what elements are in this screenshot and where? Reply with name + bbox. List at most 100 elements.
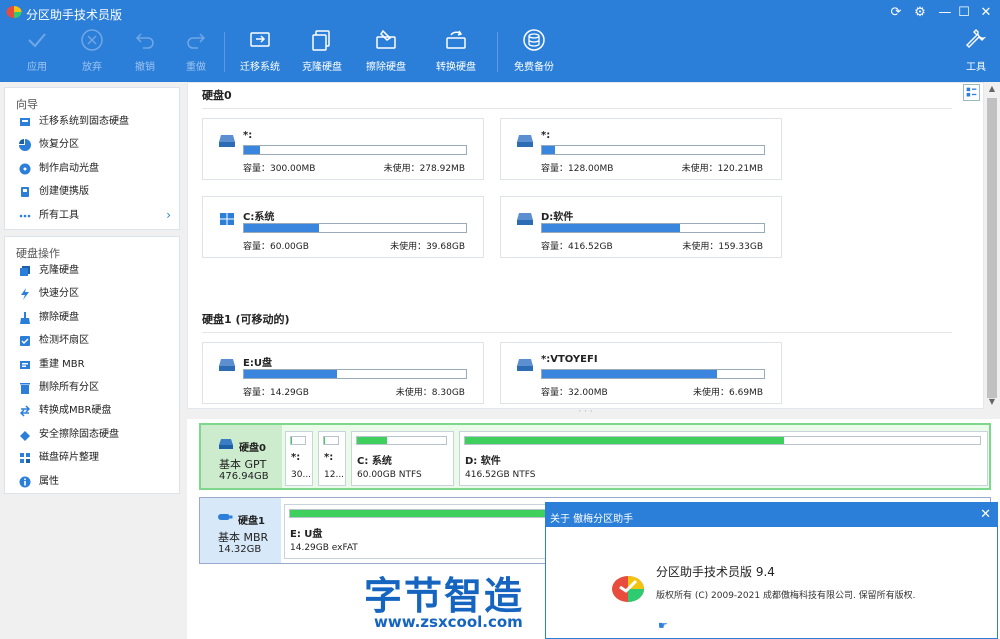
- wipe-disk-icon: [376, 29, 396, 49]
- settings-icon[interactable]: ⚙: [910, 3, 930, 22]
- sidebar-item-recover-partition[interactable]: 恢复分区: [5, 133, 179, 156]
- chevron-right-icon: ›: [166, 207, 171, 222]
- toolbar: 应用 放弃 撤销 重做 迁移系统 克隆硬盘 擦除硬盘 转换硬盘 免费备份 工具: [0, 25, 1000, 82]
- partition-block[interactable]: *: 12...: [318, 431, 346, 486]
- tools-button[interactable]: 工具: [962, 28, 990, 80]
- usage-bar: [541, 369, 765, 379]
- clone-disk-icon: [20, 266, 30, 276]
- about-dialog: 关于 傲梅分区助手 ✕ 分区助手技术员版 9.4 版权所有 (C) 2009-2…: [545, 502, 998, 639]
- sidebar-item-properties[interactable]: 属性: [5, 470, 179, 493]
- backup-icon: [523, 29, 545, 51]
- eraser-icon: [20, 311, 30, 324]
- convert-disk-icon: [446, 30, 466, 49]
- defrag-icon: [20, 453, 30, 464]
- drive-icon: [219, 359, 235, 371]
- usb-disk-icon: [218, 514, 233, 520]
- usage-bar: [541, 223, 765, 233]
- usage-fill: [357, 437, 388, 444]
- sidebar-disk-ops-panel: 硬盘操作 克隆硬盘 快速分区 擦除硬盘 检测坏扇区 重建 MBR 删除所有分区 …: [4, 236, 180, 494]
- info-icon: [19, 476, 31, 488]
- sidebar-item-delete-all-partitions[interactable]: 删除所有分区: [5, 376, 179, 399]
- partition-block[interactable]: D: 软件 416.52GB NTFS: [459, 431, 988, 486]
- sidebar-item-check-bad-sector[interactable]: 检测坏扇区: [5, 329, 179, 352]
- portable-icon: [21, 187, 29, 198]
- partition-card[interactable]: C:系统 容量：60.00GB 未使用：39.68GB: [202, 196, 484, 258]
- apply-button[interactable]: 应用: [22, 28, 52, 80]
- app-logo-icon: [612, 576, 644, 602]
- scroll-down-icon[interactable]: ▼: [985, 395, 999, 409]
- scroll-up-icon[interactable]: ▲: [985, 82, 999, 96]
- refresh-icon[interactable]: ⟳: [886, 3, 906, 22]
- sidebar-item-migrate-ssd[interactable]: 迁移系统到固态硬盘: [5, 110, 179, 133]
- sidebar-wizard-title: 向导: [16, 98, 38, 111]
- migrate-os-button[interactable]: 迁移系统: [238, 28, 282, 80]
- boot-disc-icon: [19, 163, 31, 175]
- maximize-button[interactable]: ☐: [954, 3, 974, 22]
- sidebar-item-rebuild-mbr[interactable]: 重建 MBR: [5, 353, 179, 376]
- lightning-icon: [21, 288, 29, 301]
- pane-splitter[interactable]: · · ·: [187, 408, 984, 419]
- usage-bar: [243, 145, 467, 155]
- windows-icon: [220, 213, 234, 225]
- drive-icon: [219, 135, 235, 147]
- check-sector-icon: [20, 336, 30, 347]
- minimize-button[interactable]: —: [935, 3, 955, 22]
- trash-icon: [20, 382, 30, 394]
- discard-button[interactable]: 放弃: [76, 28, 108, 80]
- usage-fill: [465, 437, 785, 444]
- convert-disk-button[interactable]: 转换硬盘: [434, 28, 478, 80]
- disk-info: 硬盘1 基本 MBR 14.32GB: [200, 498, 281, 563]
- view-toggle-icon[interactable]: [963, 84, 980, 101]
- partition-card[interactable]: *: 容量：300.00MB 未使用：278.92MB: [202, 118, 484, 180]
- disk0-header: 硬盘0: [202, 87, 952, 109]
- wipe-disk-button[interactable]: 擦除硬盘: [364, 28, 408, 80]
- drive-icon: [517, 135, 533, 147]
- partition-card[interactable]: *: 容量：128.00MB 未使用：120.21MB: [500, 118, 782, 180]
- hand-icon: ☛: [658, 619, 668, 632]
- sidebar-item-wipe-disk[interactable]: 擦除硬盘: [5, 306, 179, 329]
- partition-block[interactable]: *: 30...: [285, 431, 313, 486]
- partition-card[interactable]: E:U盘 容量：14.29GB 未使用：8.30GB: [202, 342, 484, 404]
- sidebar-item-portable[interactable]: 创建便携版: [5, 180, 179, 203]
- rebuild-mbr-icon: [20, 360, 30, 369]
- pie-recover-icon: [19, 139, 31, 152]
- clone-disk-button[interactable]: 克隆硬盘: [300, 28, 344, 80]
- copyright-text: 版权所有 (C) 2009-2021 成都傲梅科技有限公司. 保留所有版权.: [656, 591, 916, 601]
- undo-button[interactable]: 撤销: [129, 28, 161, 80]
- sidebar-item-quick-partition[interactable]: 快速分区: [5, 282, 179, 305]
- sidebar-item-all-tools[interactable]: 所有工具 ›: [5, 204, 179, 227]
- window-title: 分区助手技术员版: [26, 8, 123, 22]
- close-button[interactable]: ✕: [976, 3, 996, 22]
- watermark: 字节智造 www.zsxcool.com: [364, 574, 525, 631]
- sidebar-item-convert-mbr[interactable]: 转换成MBR硬盘: [5, 399, 179, 422]
- sidebar-ops-title: 硬盘操作: [16, 247, 60, 260]
- sidebar-item-boot-disc[interactable]: 制作启动光盘: [5, 157, 179, 180]
- vertical-scrollbar[interactable]: ▲ ▼: [985, 82, 999, 409]
- usage-bar: [541, 145, 765, 155]
- partition-card[interactable]: D:软件 容量：416.52GB 未使用：159.33GB: [500, 196, 782, 258]
- usage-fill: [542, 146, 556, 154]
- disk1-header: 硬盘1 (可移动的): [202, 311, 952, 333]
- redo-button[interactable]: 重做: [180, 28, 212, 80]
- scroll-thumb[interactable]: [987, 98, 997, 398]
- toolbar-separator: [497, 32, 498, 72]
- drive-icon: [517, 213, 533, 225]
- partition-card[interactable]: *:VTOYEFI 容量：32.00MB 未使用：6.69MB: [500, 342, 782, 404]
- sidebar-item-secure-erase-ssd[interactable]: 安全擦除固态硬盘: [5, 423, 179, 446]
- close-icon[interactable]: ✕: [980, 507, 991, 522]
- usage-bar: [243, 223, 467, 233]
- disk-info: 硬盘0 基本 GPT 476.94GB: [201, 425, 282, 488]
- usage-fill: [244, 370, 338, 378]
- disk-icon: [219, 439, 233, 449]
- wrench-icon: [966, 29, 987, 48]
- convert-icon: [19, 405, 31, 417]
- migrate-icon: [250, 32, 270, 47]
- disk-card-view: 硬盘0 *: 容量：300.00MB 未使用：278.92MB *: 容量：12…: [187, 82, 984, 409]
- check-icon: [28, 33, 46, 48]
- sidebar-item-clone-disk[interactable]: 克隆硬盘: [5, 259, 179, 282]
- free-backup-button[interactable]: 免费备份: [512, 28, 556, 80]
- disk-map-row[interactable]: 硬盘0 基本 GPT 476.94GB *: 30... *: 12... C:…: [199, 423, 991, 490]
- sidebar-item-defrag[interactable]: 磁盘碎片整理: [5, 446, 179, 469]
- cancel-circle-icon: [81, 29, 103, 51]
- partition-block[interactable]: C: 系统 60.00GB NTFS: [351, 431, 454, 486]
